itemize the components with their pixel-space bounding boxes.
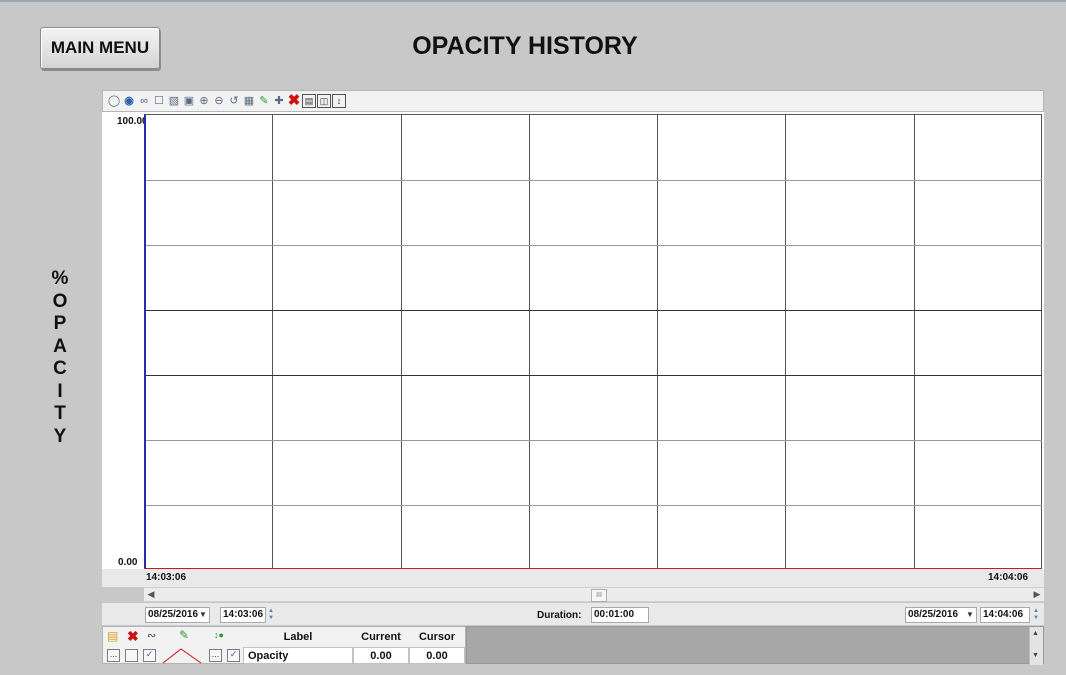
link-icon[interactable]: ∞ xyxy=(137,94,151,108)
y-axis-title-char: C xyxy=(53,358,67,379)
pen-browse-button[interactable]: ... xyxy=(107,649,120,662)
main-menu-button[interactable]: MAIN MENU xyxy=(40,27,160,69)
legend-empty-area: ▲ ▼ xyxy=(466,626,1044,665)
autoscale-icon[interactable]: ↕● xyxy=(214,630,224,640)
zoom-range-icon[interactable]: ▧ xyxy=(167,94,181,108)
pen-color-icon[interactable]: ✎ xyxy=(179,628,189,642)
delete-icon[interactable]: ✖ xyxy=(287,93,301,108)
info-icon[interactable]: ◉ xyxy=(122,94,136,108)
start-date-value: 08/25/2016 xyxy=(148,609,199,620)
pen-legend-table: ▤ ✖ ∾ ✎ ↕● Label Current Cursor ... ✓ ..… xyxy=(102,626,466,664)
pen-current-value: 0.00 xyxy=(370,650,392,662)
add-cursor-icon[interactable]: ✚ xyxy=(272,94,286,108)
y-axis-title-char: P xyxy=(53,313,67,334)
duration-field[interactable]: 00:01:00 xyxy=(591,607,649,623)
time-scrollbar[interactable]: ◀ III ▶ xyxy=(144,587,1044,602)
pen-label-value: Opacity xyxy=(248,650,289,662)
trend-plot-svg xyxy=(144,115,1042,570)
folder-icon[interactable]: ▤ xyxy=(107,629,118,643)
y-axis-title-char: I xyxy=(57,380,63,402)
start-date-dropdown-icon[interactable]: ▼ xyxy=(199,610,207,619)
end-date-dropdown-icon[interactable]: ▼ xyxy=(966,610,974,619)
scroll-thumb[interactable]: III xyxy=(591,589,607,602)
start-time-field[interactable]: 14:03:06 xyxy=(220,607,266,623)
zoom-in-icon[interactable]: ⊕ xyxy=(197,94,211,108)
pen-options-button[interactable]: ... xyxy=(209,649,222,662)
duration-label: Duration: xyxy=(537,610,582,621)
page-title: OPACITY HISTORY xyxy=(412,32,638,60)
pen-legend: ▤ ✖ ∾ ✎ ↕● Label Current Cursor ... ✓ ..… xyxy=(102,626,1044,665)
scroll-left-icon[interactable]: ◀ xyxy=(146,588,156,601)
trend-plot[interactable] xyxy=(144,114,1042,570)
x-tick-label-end: 14:04:06 xyxy=(988,572,1029,583)
zoom-reset-icon[interactable]: ↺ xyxy=(227,94,241,108)
y-axis-title-char: A xyxy=(53,335,67,357)
trend-toolbar: ◯ ◉ ∞ ☐ ▧ ▣ ⊕ ⊖ ↺ ▦ ✎ ✚ ✖ ▤ ◫ ↕ xyxy=(102,90,1044,112)
legend-scroll-up-icon[interactable]: ▲ xyxy=(1032,630,1039,637)
scale-icon[interactable]: ↕ xyxy=(332,94,346,108)
zoom-out-icon[interactable]: ⊖ xyxy=(212,94,226,108)
window-top-border xyxy=(0,0,1066,2)
line-style-icon[interactable]: ∾ xyxy=(147,629,156,642)
pen-line-preview xyxy=(162,648,202,664)
edit-pen-icon[interactable]: ✎ xyxy=(257,94,271,108)
pen-checkbox-blank[interactable] xyxy=(125,649,138,662)
start-time-value: 14:03:06 xyxy=(223,609,264,620)
y-axis-title-char: O xyxy=(52,290,68,312)
pen-label-cell[interactable]: Opacity xyxy=(243,647,353,664)
y-axis-title-char: T xyxy=(54,403,66,424)
pen-visible-checkbox[interactable]: ✓ xyxy=(143,649,156,662)
end-time-field[interactable]: 14:04:06 xyxy=(980,607,1030,623)
end-date-value: 08/25/2016 xyxy=(908,609,959,620)
pen-autoscale-checkbox[interactable]: ✓ xyxy=(227,649,240,662)
end-time-spinner-icon[interactable]: ▲ ▼ xyxy=(1031,608,1041,622)
panel-icon[interactable]: ▤ xyxy=(302,94,316,108)
zoom-fit-icon[interactable]: ▣ xyxy=(182,94,196,108)
legend-header-current: Current xyxy=(361,631,401,643)
layout-icon[interactable]: ◫ xyxy=(317,94,331,108)
y-axis-title-char: Y xyxy=(53,425,67,447)
remove-pen-icon[interactable]: ✖ xyxy=(127,628,139,645)
end-time-value: 14:04:06 xyxy=(983,609,1024,620)
y-axis-title-char: % xyxy=(51,268,69,289)
pen-current-cell: 0.00 xyxy=(353,647,409,664)
zoom-box-icon[interactable]: ☐ xyxy=(152,94,166,108)
y-axis-title: % O P A C I T Y xyxy=(50,268,70,448)
x-axis-row xyxy=(102,569,1044,587)
pen-cursor-cell: 0.00 xyxy=(409,647,465,664)
legend-scroll-down-icon[interactable]: ▼ xyxy=(1032,652,1039,659)
pen-cursor-value: 0.00 xyxy=(426,650,448,662)
start-time-spinner-icon[interactable]: ▲ ▼ xyxy=(266,608,276,622)
scroll-right-icon[interactable]: ▶ xyxy=(1032,588,1042,601)
legend-header-label: Label xyxy=(283,631,313,643)
y-tick-label-min: 0.00 xyxy=(118,557,138,568)
grid-icon[interactable]: ▦ xyxy=(242,94,256,108)
legend-header-cursor: Cursor xyxy=(418,631,456,643)
y-tick-label-max: 100.00 xyxy=(117,116,148,127)
x-tick-label-start: 14:03:06 xyxy=(146,572,187,583)
duration-value: 00:01:00 xyxy=(594,609,635,620)
legend-scrollbar[interactable]: ▲ ▼ xyxy=(1029,627,1043,665)
refresh-icon[interactable]: ◯ xyxy=(107,94,121,108)
